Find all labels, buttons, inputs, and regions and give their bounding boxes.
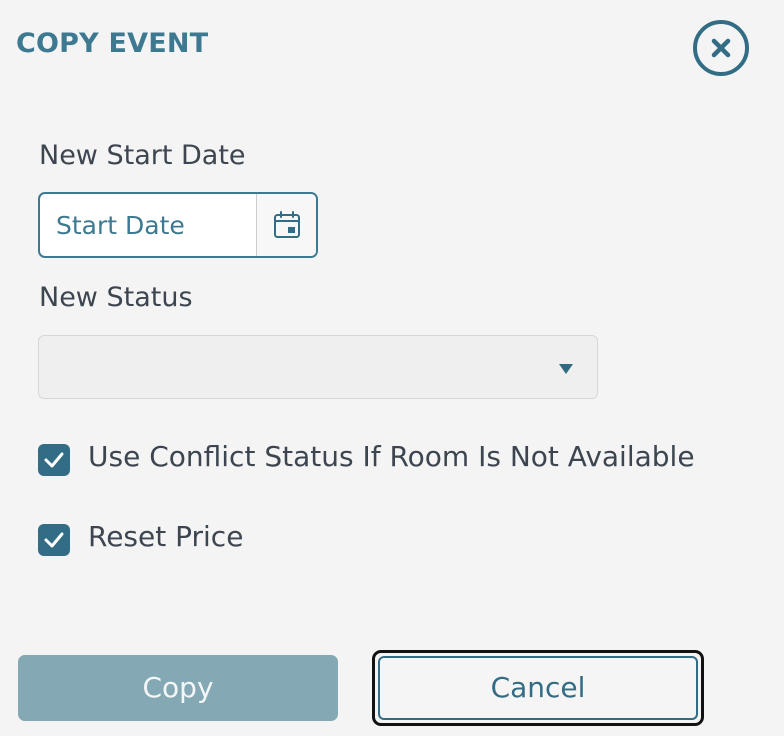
caret-down-icon bbox=[559, 364, 573, 374]
copy-event-dialog: COPY EVENT New Start Date New Status bbox=[0, 0, 784, 736]
close-icon bbox=[711, 38, 731, 58]
conflict-status-label: Use Conflict Status If Room Is Not Avail… bbox=[88, 440, 695, 473]
start-date-field bbox=[38, 192, 318, 258]
conflict-status-checkbox[interactable] bbox=[38, 444, 70, 476]
cancel-button-focus-ring[interactable]: Cancel bbox=[372, 650, 704, 726]
check-icon bbox=[44, 452, 64, 468]
check-icon bbox=[44, 532, 64, 548]
copy-button[interactable]: Copy bbox=[18, 655, 338, 721]
close-button[interactable] bbox=[693, 20, 749, 76]
start-date-label: New Start Date bbox=[39, 140, 246, 171]
calendar-button[interactable] bbox=[256, 194, 316, 256]
start-date-input[interactable] bbox=[40, 194, 256, 256]
status-select[interactable] bbox=[38, 335, 598, 399]
status-label: New Status bbox=[39, 282, 193, 313]
dialog-title: COPY EVENT bbox=[16, 28, 209, 59]
reset-price-label: Reset Price bbox=[88, 520, 244, 553]
calendar-icon bbox=[274, 211, 300, 238]
reset-price-checkbox[interactable] bbox=[38, 524, 70, 556]
cancel-button[interactable]: Cancel bbox=[378, 656, 698, 720]
